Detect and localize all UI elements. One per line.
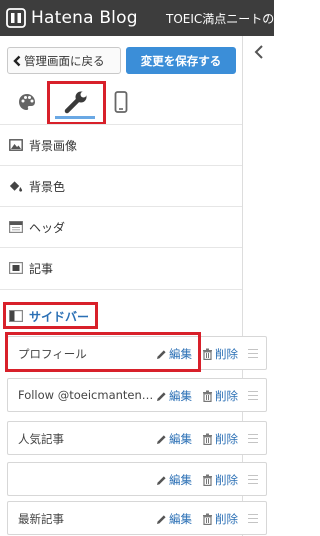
edit-module-button[interactable]: 編集 <box>156 472 192 488</box>
section-label: サイドバー <box>29 309 90 324</box>
section-label: 背景色 <box>29 179 66 194</box>
section-label: 記事 <box>29 261 54 276</box>
sidebar-module[interactable]: 編集 削除 <box>7 462 267 496</box>
delete-module-button[interactable]: 削除 <box>202 511 238 527</box>
pencil-icon <box>157 514 166 524</box>
section-background-image[interactable]: 背景画像 <box>0 125 242 165</box>
sidebar-layout-icon <box>8 309 23 324</box>
module-name: 最新記事 <box>18 512 64 526</box>
module-name: Follow @toeicmanten… <box>18 388 154 402</box>
sidebar-module[interactable]: プロフィール 編集 削除 <box>7 336 267 370</box>
module-name: 人気記事 <box>18 432 64 446</box>
tab-customize[interactable] <box>50 86 102 118</box>
trash-icon <box>203 348 212 360</box>
back-to-dashboard-button[interactable]: 管理画面に戻る <box>7 47 121 74</box>
edit-label: 編集 <box>169 347 192 361</box>
delete-label: 削除 <box>215 512 238 526</box>
delete-label: 削除 <box>215 389 238 403</box>
delete-module-button[interactable]: 削除 <box>202 388 238 404</box>
drag-handle-icon[interactable] <box>248 349 258 358</box>
header-layout-icon <box>8 220 23 235</box>
chevron-left-icon <box>254 45 263 59</box>
divider <box>0 289 242 290</box>
sidebar-module[interactable]: 人気記事 編集 削除 <box>7 421 267 455</box>
section-label: 背景画像 <box>29 138 78 153</box>
tab-smartphone[interactable] <box>106 86 136 118</box>
wrench-icon <box>64 91 87 114</box>
delete-label: 削除 <box>215 473 238 487</box>
drag-handle-icon[interactable] <box>248 475 258 484</box>
palette-icon <box>19 94 35 110</box>
top-bar: Hatena Blog TOEIC満点ニートのブ <box>0 0 274 36</box>
edit-module-button[interactable]: 編集 <box>156 388 192 404</box>
section-article[interactable]: 記事 <box>0 248 242 288</box>
logo-text: Hatena Blog <box>31 8 138 28</box>
save-changes-button[interactable]: 変更を保存する <box>126 47 236 74</box>
delete-module-button[interactable]: 削除 <box>202 431 238 447</box>
pencil-icon <box>157 434 166 444</box>
delete-module-button[interactable]: 削除 <box>202 472 238 488</box>
drag-handle-icon[interactable] <box>248 434 258 443</box>
pencil-icon <box>157 391 166 401</box>
delete-module-button[interactable]: 削除 <box>202 346 238 362</box>
drag-handle-icon[interactable] <box>248 391 258 400</box>
trash-icon <box>203 390 212 402</box>
image-icon <box>8 138 23 153</box>
section-sidebar[interactable]: サイドバー <box>0 297 242 335</box>
edit-label: 編集 <box>169 389 192 403</box>
trash-icon <box>203 513 212 525</box>
chevron-left-icon <box>13 55 21 66</box>
article-layout-icon <box>8 261 23 276</box>
delete-label: 削除 <box>215 432 238 446</box>
module-name: プロフィール <box>18 347 87 361</box>
blog-title[interactable]: TOEIC満点ニートのブ <box>166 10 274 27</box>
hatena-blog-logo[interactable]: Hatena Blog <box>6 6 138 30</box>
section-header[interactable]: ヘッダ <box>0 207 242 247</box>
active-tab-indicator <box>55 116 95 119</box>
hatena-logo-icon <box>6 8 26 28</box>
trash-icon <box>203 474 212 486</box>
edit-module-button[interactable]: 編集 <box>156 511 192 527</box>
edit-module-button[interactable]: 編集 <box>156 346 192 362</box>
drag-handle-icon[interactable] <box>248 514 258 523</box>
smartphone-icon <box>114 91 128 113</box>
pencil-icon <box>157 349 166 359</box>
paint-bucket-icon <box>8 179 23 194</box>
back-button-label: 管理画面に戻る <box>24 53 105 68</box>
tab-design[interactable] <box>12 86 42 118</box>
edit-label: 編集 <box>169 432 192 446</box>
section-background-color[interactable]: 背景色 <box>0 166 242 206</box>
trash-icon <box>203 433 212 445</box>
panel-divider <box>242 36 243 536</box>
edit-label: 編集 <box>169 473 192 487</box>
sidebar-module[interactable]: Follow @toeicmanten… 編集 削除 <box>7 378 267 412</box>
pencil-icon <box>157 475 166 485</box>
delete-label: 削除 <box>215 347 238 361</box>
edit-label: 編集 <box>169 512 192 526</box>
edit-module-button[interactable]: 編集 <box>156 431 192 447</box>
sidebar-module[interactable]: 最新記事 編集 削除 <box>7 501 267 535</box>
section-label: ヘッダ <box>29 220 66 235</box>
collapse-panel-button[interactable] <box>248 40 270 64</box>
